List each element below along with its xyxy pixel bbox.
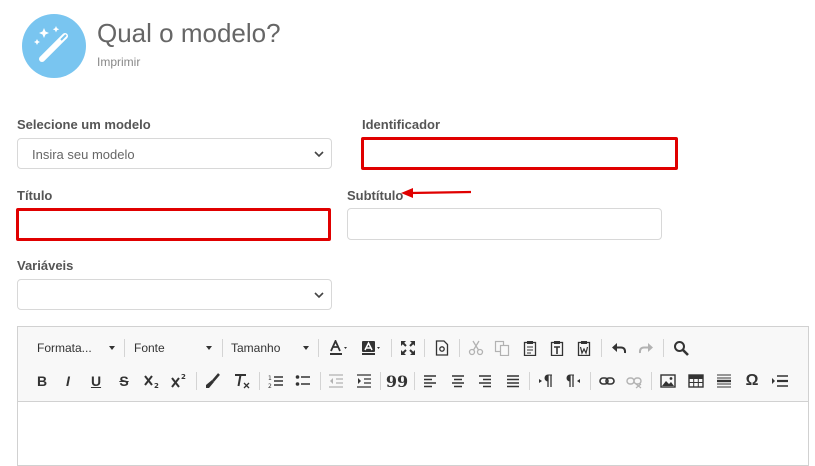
- outdent-icon[interactable]: [326, 370, 346, 392]
- format-combo-label: Formata...: [37, 341, 92, 355]
- blockquote-icon[interactable]: 99: [386, 370, 408, 392]
- svg-text:2: 2: [268, 383, 272, 389]
- model-select-placeholder: Insira seu modelo: [32, 147, 135, 162]
- subtitle-label: Subtítulo: [347, 188, 404, 203]
- magic-wand-icon: [34, 26, 68, 62]
- indent-icon[interactable]: [354, 370, 374, 392]
- undo-icon[interactable]: [609, 337, 629, 359]
- horizontal-line-icon[interactable]: [714, 370, 734, 392]
- format-combo[interactable]: Formata...: [37, 337, 115, 359]
- subtitle-field[interactable]: [347, 208, 662, 240]
- copy-format-icon[interactable]: [203, 370, 223, 392]
- model-select[interactable]: Insira seu modelo: [17, 138, 332, 169]
- size-combo-label: Tamanho: [231, 341, 281, 355]
- unlink-icon[interactable]: [624, 370, 644, 392]
- rich-text-editor[interactable]: Formata... Fonte Tamanho B I U S 2 2 1 2…: [17, 326, 809, 466]
- svg-text:2: 2: [181, 373, 186, 381]
- underline-icon[interactable]: U: [86, 370, 106, 392]
- maximize-icon[interactable]: [398, 337, 418, 359]
- svg-text:2: 2: [154, 382, 159, 389]
- redo-icon[interactable]: [636, 337, 656, 359]
- align-center-icon[interactable]: [448, 370, 468, 392]
- size-combo[interactable]: Tamanho: [231, 337, 309, 359]
- align-right-icon[interactable]: [475, 370, 495, 392]
- chevron-down-icon: [314, 151, 324, 158]
- svg-text:1: 1: [268, 375, 272, 382]
- align-left-icon[interactable]: [420, 370, 440, 392]
- title-label: Título: [17, 188, 53, 203]
- strikethrough-icon[interactable]: S: [114, 370, 134, 392]
- paste-icon[interactable]: [520, 337, 540, 359]
- ltr-icon[interactable]: [536, 370, 556, 392]
- find-icon[interactable]: [671, 337, 691, 359]
- background-color-icon[interactable]: [359, 337, 385, 359]
- copy-icon[interactable]: [492, 337, 512, 359]
- numbered-list-icon[interactable]: 12: [266, 370, 286, 392]
- bulleted-list-icon[interactable]: [293, 370, 313, 392]
- identifier-field[interactable]: [361, 137, 678, 170]
- paste-text-icon[interactable]: [547, 337, 567, 359]
- superscript-icon[interactable]: 2: [169, 370, 189, 392]
- page-break-icon[interactable]: [770, 370, 790, 392]
- rtl-icon[interactable]: [563, 370, 583, 392]
- link-icon[interactable]: [597, 370, 617, 392]
- bold-icon[interactable]: B: [32, 370, 52, 392]
- title-field[interactable]: [16, 208, 331, 241]
- variables-select[interactable]: [17, 279, 332, 310]
- annotation-arrow: [401, 188, 472, 198]
- paste-word-icon[interactable]: [574, 337, 594, 359]
- cut-icon[interactable]: [466, 337, 486, 359]
- editor-toolbar: Formata... Fonte Tamanho B I U S 2 2 1 2…: [18, 327, 808, 402]
- image-icon[interactable]: [658, 370, 678, 392]
- font-combo[interactable]: Fonte: [134, 337, 212, 359]
- remove-format-icon[interactable]: [231, 370, 253, 392]
- text-color-icon[interactable]: [326, 337, 352, 359]
- model-label: Selecione um modelo: [17, 117, 151, 132]
- identifier-label: Identificador: [362, 117, 441, 132]
- page-title: Qual o modelo?: [97, 18, 281, 48]
- italic-icon[interactable]: I: [58, 370, 78, 392]
- preview-icon[interactable]: [432, 337, 452, 359]
- chevron-down-icon: [314, 292, 324, 299]
- font-combo-label: Fonte: [134, 341, 165, 355]
- subscript-icon[interactable]: 2: [142, 370, 162, 392]
- special-char-icon[interactable]: Ω: [741, 370, 763, 392]
- justify-icon[interactable]: [503, 370, 523, 392]
- variables-label: Variáveis: [17, 258, 74, 273]
- app-logo: [22, 14, 86, 78]
- page-subtitle: Imprimir: [97, 55, 141, 69]
- table-icon[interactable]: [686, 370, 706, 392]
